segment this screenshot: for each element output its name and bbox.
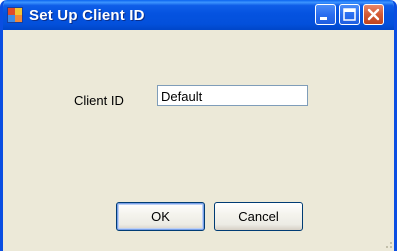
- client-id-label: Client ID: [74, 93, 124, 108]
- window-title: Set Up Client ID: [29, 7, 145, 24]
- cancel-button[interactable]: Cancel: [214, 202, 303, 231]
- desktop-edge: [397, 0, 404, 251]
- resize-grip-icon[interactable]: [385, 236, 394, 248]
- dialog-window: Set Up Client ID Client ID OK Cancel: [0, 0, 397, 251]
- ok-button[interactable]: OK: [116, 202, 205, 231]
- maximize-button[interactable]: [339, 4, 360, 25]
- maximize-icon: [343, 8, 356, 21]
- close-button[interactable]: [363, 4, 384, 25]
- minimize-icon: [320, 17, 327, 20]
- client-id-input[interactable]: [157, 85, 308, 106]
- application-icon: [7, 7, 23, 23]
- minimize-button[interactable]: [315, 4, 336, 25]
- title-bar[interactable]: Set Up Client ID: [3, 0, 394, 30]
- close-icon: [367, 8, 380, 21]
